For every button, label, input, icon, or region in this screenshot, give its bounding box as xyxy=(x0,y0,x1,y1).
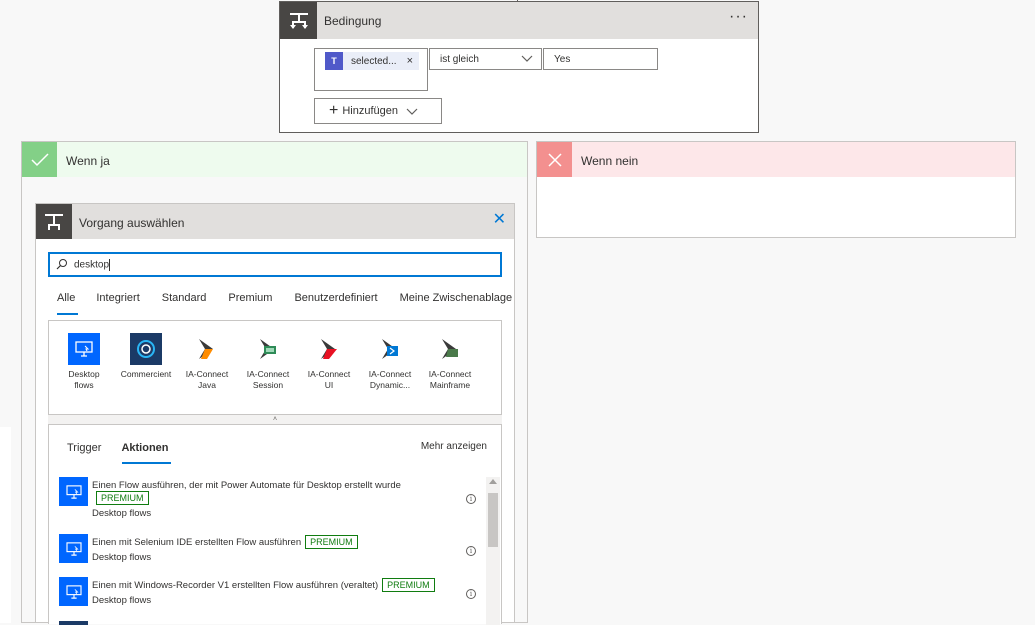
actions-panel: Trigger Aktionen Mehr anzeigen Einen Flo… xyxy=(48,424,502,625)
connector-ia-connect-dynamics[interactable]: IA-Connect Dynamic... xyxy=(357,333,423,391)
info-icon[interactable]: i xyxy=(466,589,476,599)
tab-all[interactable]: Alle xyxy=(57,292,75,304)
scroll-up-arrow-icon[interactable] xyxy=(489,479,497,484)
connector-ia-connect-ui[interactable]: IA-Connect UI xyxy=(296,333,362,391)
scroll-thumb[interactable] xyxy=(488,493,498,547)
condition-header[interactable]: Bedingung ··· xyxy=(280,2,758,39)
action-connector-name: Desktop flows xyxy=(92,552,152,563)
close-icon[interactable]: ✕ xyxy=(493,212,506,228)
active-tab-indicator xyxy=(57,313,78,315)
premium-badge: PREMIUM xyxy=(96,491,149,505)
connector-ia-connect-java[interactable]: IA-Connect Java xyxy=(174,333,240,391)
action-item[interactable]: Einen mit Windows-Recorder V1 erstellten… xyxy=(59,577,479,609)
tab-premium[interactable]: Premium xyxy=(228,292,272,304)
ia-connect-mainframe-icon xyxy=(434,333,466,365)
commercient-icon xyxy=(130,333,162,365)
plus-icon: + xyxy=(329,102,339,119)
action-item[interactable]: Einen mit Selenium IDE erstellten Flow a… xyxy=(59,534,479,566)
action-title-row: Einen mit Selenium IDE erstellten Flow a… xyxy=(92,535,358,549)
desktop-flows-icon xyxy=(68,333,100,365)
more-options-icon[interactable]: ··· xyxy=(729,8,748,26)
branch-no-title: Wenn nein xyxy=(581,154,639,168)
desktop-flows-icon xyxy=(59,477,88,506)
action-connector-name: Desktop flows xyxy=(92,595,152,606)
ia-connect-dynamics-icon xyxy=(374,333,406,365)
operation-title: Vorgang auswählen xyxy=(79,216,185,230)
connector-ia-connect-session[interactable]: IA-Connect Session xyxy=(235,333,301,391)
info-icon[interactable]: i xyxy=(466,546,476,556)
category-tabs: Alle Integriert Standard Premium Benutze… xyxy=(57,292,512,304)
tab-trigger[interactable]: Trigger xyxy=(67,442,101,454)
search-input[interactable]: desktop xyxy=(48,252,502,277)
dynamic-content-token[interactable]: T selected... × xyxy=(325,52,419,70)
branch-yes-header[interactable]: Wenn ja xyxy=(22,142,527,177)
chevron-down-icon xyxy=(406,108,418,115)
action-item[interactable]: Einen Flow ausführen, der mit Power Auto… xyxy=(59,477,479,523)
operator-select[interactable]: ist gleich xyxy=(429,48,542,70)
connector-icon xyxy=(59,621,88,625)
operation-header: Vorgang auswählen ✕ xyxy=(36,204,514,239)
condition-title: Bedingung xyxy=(324,14,382,28)
ia-connect-session-icon xyxy=(252,333,284,365)
branch-no-header[interactable]: Wenn nein xyxy=(537,142,1015,177)
connector-list: Desktop flows Commercient IA-Connect Jav… xyxy=(48,320,502,424)
teams-icon: T xyxy=(325,52,343,70)
tab-standard[interactable]: Standard xyxy=(162,292,207,304)
left-panel-edge xyxy=(0,427,11,623)
show-more-link[interactable]: Mehr anzeigen xyxy=(421,441,487,452)
action-tabs: Trigger Aktionen xyxy=(67,442,189,454)
token-remove-icon[interactable]: × xyxy=(407,55,413,67)
add-label: Hinzufügen xyxy=(342,105,398,117)
active-action-tab-indicator xyxy=(122,462,171,464)
actions-scrollbar[interactable] xyxy=(486,477,500,625)
condition-icon xyxy=(280,2,317,39)
add-button[interactable]: + Hinzufügen xyxy=(314,98,442,124)
checkmark-icon xyxy=(22,142,57,177)
action-connector-name: Desktop flows xyxy=(92,508,152,519)
condition-left-operand[interactable]: T selected... × xyxy=(314,48,428,91)
action-title-row: Einen mit Windows-Recorder V1 erstellten… xyxy=(92,578,435,592)
premium-badge: PREMIUM xyxy=(382,578,435,592)
close-icon xyxy=(537,142,572,177)
branch-yes-title: Wenn ja xyxy=(66,154,110,168)
info-icon[interactable]: i xyxy=(466,494,476,504)
choose-operation-card: Vorgang auswählen ✕ desktop Alle Integri… xyxy=(35,203,515,625)
search-value: desktop xyxy=(74,259,111,271)
tab-my-clipboard[interactable]: Meine Zwischenablage xyxy=(400,292,513,304)
branch-if-no: Wenn nein xyxy=(536,141,1016,238)
condition-value-input[interactable]: Yes xyxy=(543,48,658,70)
tab-builtin[interactable]: Integriert xyxy=(96,292,139,304)
condition-card: Bedingung ··· T selected... × ist gleich… xyxy=(279,1,759,133)
token-label: selected... xyxy=(351,55,397,67)
action-item-partial[interactable] xyxy=(59,621,479,625)
tab-actions[interactable]: Aktionen xyxy=(121,442,168,454)
ia-connect-java-icon xyxy=(191,333,223,365)
ia-connect-ui-icon xyxy=(313,333,345,365)
operator-value: ist gleich xyxy=(440,54,479,65)
premium-badge: PREMIUM xyxy=(305,535,358,549)
search-icon xyxy=(56,259,67,270)
tab-custom[interactable]: Benutzerdefiniert xyxy=(294,292,377,304)
condition-value: Yes xyxy=(554,54,571,65)
desktop-flows-icon xyxy=(59,534,88,563)
chevron-down-icon xyxy=(521,55,533,62)
connector-desktop-flows[interactable]: Desktop flows xyxy=(51,333,117,391)
action-title: Einen Flow ausführen, der mit Power Auto… xyxy=(92,480,401,491)
operation-icon xyxy=(36,204,72,239)
desktop-flows-icon xyxy=(59,577,88,606)
connector-ia-connect-mainframe[interactable]: IA-Connect Mainframe xyxy=(417,333,483,391)
connector-commercient[interactable]: Commercient xyxy=(113,333,179,380)
